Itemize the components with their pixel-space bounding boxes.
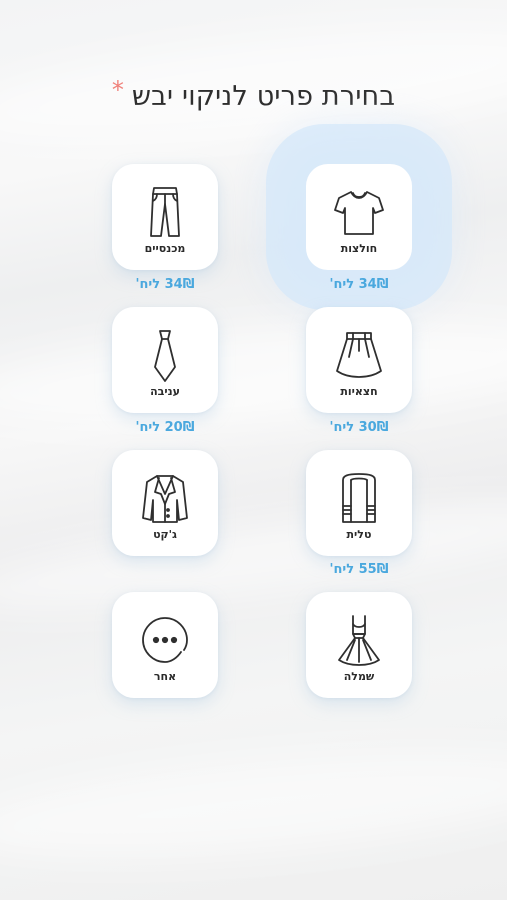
item-card-pants[interactable]: מכנסיים xyxy=(112,164,218,270)
item-price: 20₪ ליח' xyxy=(135,420,195,435)
required-mark: * xyxy=(111,76,124,104)
item-price: 34₪ ליח' xyxy=(329,277,389,292)
page-header: בחירת פריט לניקוי יבש * xyxy=(0,76,507,116)
page-title: בחירת פריט לניקוי יבש xyxy=(131,80,396,112)
more-icon xyxy=(137,612,193,668)
item-label: חולצות xyxy=(340,242,378,255)
item-label: טלית xyxy=(346,528,372,541)
dress-icon xyxy=(331,612,387,668)
item-card-tie[interactable]: עניבה xyxy=(112,307,218,413)
item-price: 30₪ ליח' xyxy=(329,420,389,435)
item-card-other[interactable]: אחר xyxy=(112,592,218,698)
tallit-icon xyxy=(331,470,387,526)
item-label: שמלה xyxy=(343,670,375,683)
tie-icon xyxy=(137,327,193,383)
tshirt-icon xyxy=(331,184,387,240)
item-label: עניבה xyxy=(150,385,180,398)
item-label: חצאיות xyxy=(340,385,378,398)
item-label: מכנסיים xyxy=(144,242,186,255)
jacket-icon xyxy=(137,470,193,526)
item-card-jacket[interactable]: ג'קט xyxy=(112,450,218,556)
item-card-skirts[interactable]: חצאיות xyxy=(306,307,412,413)
item-label: אחר xyxy=(153,670,177,683)
item-card-dress[interactable]: שמלה xyxy=(306,592,412,698)
item-price: 55₪ ליח' xyxy=(329,562,389,577)
skirt-icon xyxy=(331,327,387,383)
item-card-tallit[interactable]: טלית xyxy=(306,450,412,556)
background-streak xyxy=(0,733,507,877)
background-streak xyxy=(0,308,507,442)
item-label: ג'קט xyxy=(153,528,177,541)
item-price: 34₪ ליח' xyxy=(135,277,195,292)
background-streak xyxy=(0,482,507,628)
pants-icon xyxy=(137,184,193,240)
item-card-shirts[interactable]: חולצות xyxy=(306,164,412,270)
